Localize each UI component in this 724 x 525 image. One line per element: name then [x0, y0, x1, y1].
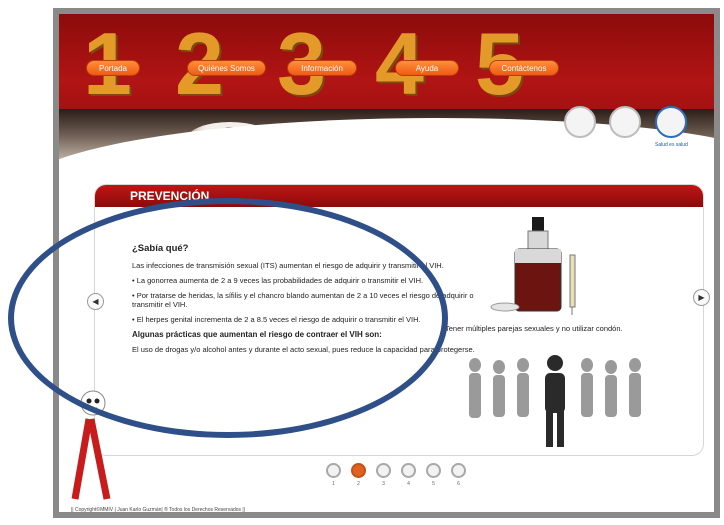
government-seal-logo: [609, 106, 641, 138]
page-dot-label-5: 5: [432, 481, 435, 487]
nav-quienes-somos-button[interactable]: Quiénes Somos: [187, 60, 266, 76]
page-dot-label-3: 3: [382, 481, 385, 487]
page-dot-label-1: 1: [332, 481, 335, 487]
page-dot-3[interactable]: [376, 463, 391, 478]
syringe: [569, 254, 576, 308]
health-logo: [655, 106, 687, 138]
health-logo-caption: Salud es salud: [655, 142, 688, 148]
red-ribbon: [71, 418, 111, 500]
next-slide-button[interactable]: ▶: [693, 289, 710, 306]
ministry-logo: [564, 106, 596, 138]
page-dot-4[interactable]: [401, 463, 416, 478]
nav-informacion-button[interactable]: Información: [287, 60, 357, 76]
page-dot-label-4: 4: [407, 481, 410, 487]
foreground-silhouette: [545, 355, 565, 447]
copyright-footer: || Copyright©MMIV | Juan Karlo Guzmán| ®…: [71, 507, 246, 513]
page-dot-label-6: 6: [457, 481, 460, 487]
bottle-neck: [527, 230, 549, 250]
bottle-syringe-illustration: [490, 217, 576, 315]
page-dot-6[interactable]: [451, 463, 466, 478]
people-silhouettes-illustration: [469, 355, 641, 447]
page-dot-label-2: 2: [357, 481, 360, 487]
nav-contactenos-button[interactable]: Contáctenos: [489, 60, 559, 76]
page-dot-2[interactable]: [351, 463, 366, 478]
page-dot-1[interactable]: [326, 463, 341, 478]
annotation-ellipse: [8, 198, 448, 438]
page-dot-5[interactable]: [426, 463, 441, 478]
bottle-label: [515, 249, 561, 263]
nav-portada-button[interactable]: Portada: [86, 60, 140, 76]
bottle-cap: [532, 217, 544, 231]
nav-ayuda-button[interactable]: Ayuda: [395, 60, 459, 76]
